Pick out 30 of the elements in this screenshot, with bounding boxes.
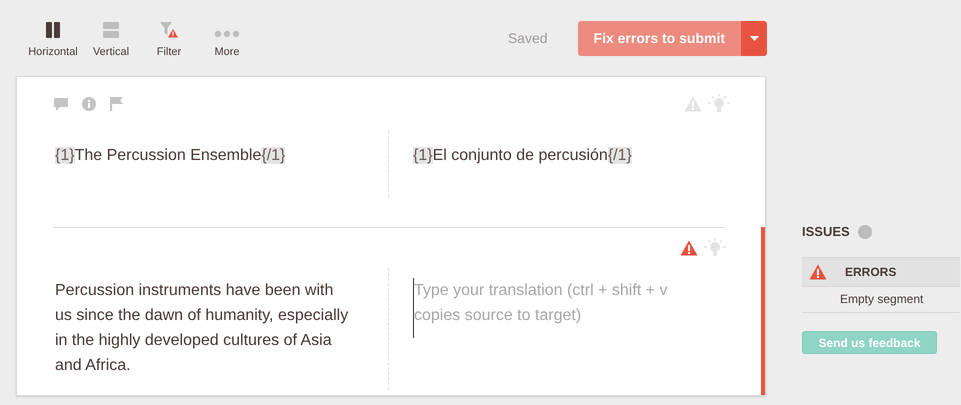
toolbar-button[interactable]: Filter [142, 14, 196, 62]
toolbar-button[interactable]: Horizontal [26, 14, 80, 62]
issue-item[interactable]: Empty segment [802, 287, 960, 313]
warning-icon [680, 240, 698, 256]
help-icon[interactable] [858, 224, 872, 238]
segment-text: The Percussion Ensemble [74, 147, 262, 164]
comment-icon[interactable] [54, 98, 68, 110]
issue-group-title: ERRORS [845, 265, 896, 279]
more-icon [214, 30, 240, 38]
submit-menu-button[interactable] [741, 20, 767, 56]
toolbar-button[interactable]: More [200, 14, 254, 62]
filter-warning-icon [159, 21, 179, 38]
issues-title: ISSUES [802, 224, 850, 239]
toolbar-button[interactable]: Vertical [84, 14, 138, 62]
segment-text: El conjunto de percusión [432, 147, 608, 164]
placeholder-tag: {/1} [608, 147, 632, 164]
rows-icon [103, 22, 119, 38]
segment-text: Percussion instruments have been with us since the dawn of humanity, especially in the highly developed cultures of Asia and Africa. [55, 282, 348, 374]
lightbulb-icon [704, 238, 726, 258]
columns-icon [46, 22, 60, 38]
flag-icon[interactable] [110, 97, 123, 111]
warning-icon [809, 264, 827, 280]
lightbulb-icon [708, 94, 730, 114]
save-status: Saved [508, 30, 548, 46]
placeholder-tag: {1} [55, 147, 75, 164]
info-icon[interactable] [82, 97, 96, 111]
caret-icon [750, 36, 758, 40]
placeholder-tag: {1} [413, 147, 433, 164]
placeholder-tag: {/1} [261, 147, 286, 164]
warning-icon [684, 96, 702, 112]
